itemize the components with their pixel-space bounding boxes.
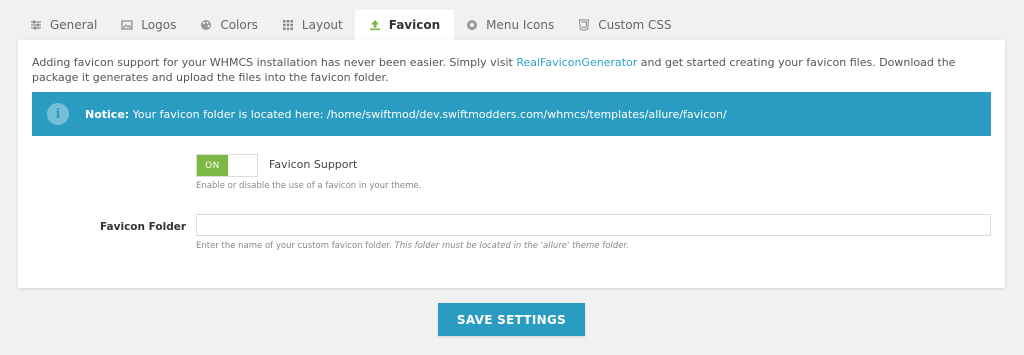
tab-label: Menu Icons [486, 18, 555, 32]
notice-banner: i Notice: Your favicon folder is located… [32, 92, 991, 136]
save-settings-button[interactable]: SAVE SETTINGS [438, 303, 585, 336]
tab-logos[interactable]: Logos [109, 10, 188, 40]
tab-layout[interactable]: Layout [270, 10, 355, 40]
tab-label: Custom CSS [598, 18, 672, 32]
notice-message: Notice: Your favicon folder is located h… [85, 108, 727, 121]
notice-label: Notice: [85, 107, 130, 121]
image-icon [121, 19, 133, 31]
favicon-support-toggle[interactable]: ON [196, 154, 258, 177]
tab-menu-icons[interactable]: Menu Icons [454, 10, 566, 40]
favicon-support-label: Favicon Support [269, 158, 358, 171]
favicon-folder-input[interactable] [196, 214, 991, 236]
toggle-on-state: ON [197, 155, 228, 176]
notice-text: Your favicon folder is located here: /ho… [129, 107, 727, 121]
circle-icon [466, 19, 478, 31]
favicon-support-help: Enable or disable the use of a favicon i… [196, 181, 422, 191]
tab-label: General [50, 18, 98, 32]
tab-label: Favicon [388, 18, 441, 32]
settings-tabs: General Logos Colors Layout Favicon Menu… [18, 10, 684, 40]
tab-label: Logos [141, 18, 177, 32]
realfavicongenerator-link[interactable]: RealFaviconGenerator [516, 56, 637, 69]
sliders-icon [30, 19, 42, 31]
intro-text: Adding favicon support for your WHMCS in… [32, 56, 956, 84]
tab-favicon[interactable]: Favicon [354, 10, 455, 40]
tab-label: Layout [301, 18, 343, 32]
favicon-folder-label: Favicon Folder [100, 221, 187, 233]
grid-icon [282, 19, 294, 31]
tab-label: Colors [220, 18, 258, 32]
upload-icon [369, 19, 381, 31]
info-icon: i [47, 103, 69, 125]
tab-colors[interactable]: Colors [188, 10, 270, 40]
favicon-settings-panel: Adding favicon support for your WHMCS in… [18, 40, 1005, 288]
css3-icon [578, 19, 590, 31]
tab-general[interactable]: General [18, 10, 109, 40]
favicon-folder-help: Enter the name of your custom favicon fo… [196, 241, 629, 251]
tab-custom-css[interactable]: Custom CSS [566, 10, 683, 40]
palette-icon [200, 19, 212, 31]
